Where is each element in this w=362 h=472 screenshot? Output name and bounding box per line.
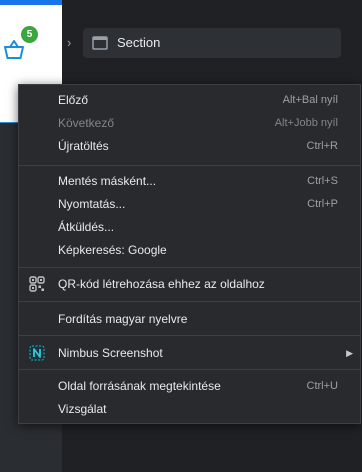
menu-item-save-as[interactable]: Mentés másként... Ctrl+S xyxy=(19,170,360,193)
chevron-right-icon[interactable]: › xyxy=(67,35,79,51)
menu-item-cast[interactable]: Átküldés... xyxy=(19,216,360,239)
menu-item-label: Vizsgálat xyxy=(58,402,107,416)
menu-item-shortcut: Alt+Bal nyíl xyxy=(282,94,338,106)
section-label: Section xyxy=(117,35,161,50)
menu-item-label: Fordítás magyar nyelvre xyxy=(58,312,188,326)
menu-item-label: Nyomtatás... xyxy=(58,197,126,211)
menu-item-print[interactable]: Nyomtatás... Ctrl+P xyxy=(19,193,360,216)
shopping-basket-icon[interactable] xyxy=(2,38,26,62)
menu-item-nimbus-screenshot[interactable]: Nimbus Screenshot ▶ xyxy=(19,342,360,365)
menu-item-label: Nimbus Screenshot xyxy=(58,346,163,360)
cart-count-badge: 5 xyxy=(21,26,38,43)
menu-item-label: Oldal forrásának megtekintése xyxy=(58,379,221,393)
menu-item-shortcut: Ctrl+U xyxy=(306,380,338,392)
qr-code-icon xyxy=(29,276,45,292)
menu-item-label: Képkeresés: Google xyxy=(58,243,167,257)
menu-item-label: Következő xyxy=(58,116,115,130)
menu-separator xyxy=(19,165,360,166)
menu-item-label: Mentés másként... xyxy=(58,174,157,188)
nimbus-extension-icon xyxy=(29,345,45,361)
section-node[interactable]: Section xyxy=(83,28,341,58)
menu-item-shortcut: Alt+Jobb nyíl xyxy=(274,117,338,129)
menu-item-label: Újratöltés xyxy=(58,139,109,153)
menu-item-qr-code[interactable]: QR-kód létrehozása ehhez az oldalhoz xyxy=(19,273,360,296)
menu-item-label: Előző xyxy=(58,93,89,107)
menu-separator xyxy=(19,369,360,370)
menu-item-shortcut: Ctrl+R xyxy=(306,140,338,152)
window-icon xyxy=(92,36,108,50)
menu-item-label: QR-kód létrehozása ehhez az oldalhoz xyxy=(58,277,265,291)
submenu-arrow-icon: ▶ xyxy=(346,348,353,358)
menu-separator xyxy=(19,301,360,302)
menu-item-shortcut: Ctrl+S xyxy=(307,175,338,187)
menu-item-translate[interactable]: Fordítás magyar nyelvre xyxy=(19,308,360,331)
menu-item-inspect[interactable]: Vizsgálat xyxy=(19,398,360,421)
menu-item-shortcut: Ctrl+P xyxy=(307,198,338,210)
menu-item-view-source[interactable]: Oldal forrásának megtekintése Ctrl+U xyxy=(19,375,360,398)
menu-item-forward: Következő Alt+Jobb nyíl xyxy=(19,112,360,135)
menu-item-reload[interactable]: Újratöltés Ctrl+R xyxy=(19,135,360,158)
menu-separator xyxy=(19,335,360,336)
menu-item-back[interactable]: Előző Alt+Bal nyíl xyxy=(19,89,360,112)
page-top-bar xyxy=(0,0,62,5)
context-menu: Előző Alt+Bal nyíl Következő Alt+Jobb ny… xyxy=(18,84,361,424)
menu-item-label: Átküldés... xyxy=(58,220,115,234)
menu-item-image-search[interactable]: Képkeresés: Google xyxy=(19,239,360,262)
menu-separator xyxy=(19,267,360,268)
